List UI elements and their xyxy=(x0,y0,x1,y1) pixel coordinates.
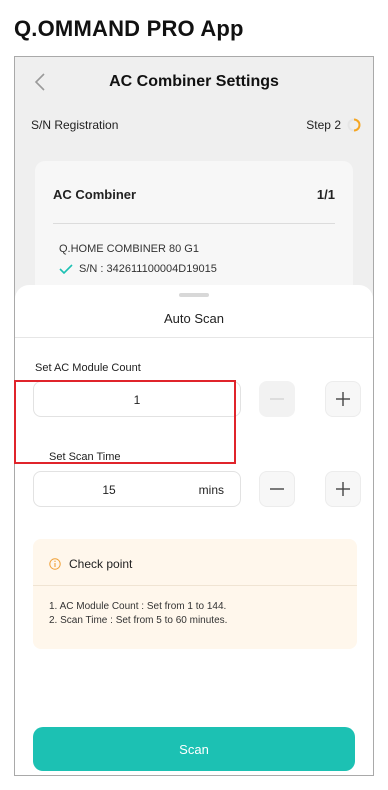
scan-time-value: 15 xyxy=(102,483,116,497)
info-circle-icon xyxy=(49,558,61,570)
document-title: Q.OMMAND PRO App xyxy=(14,16,244,41)
scan-button[interactable]: Scan xyxy=(33,727,355,771)
minus-icon xyxy=(270,488,284,490)
phone-screen: AC Combiner Settings S/N Registration St… xyxy=(14,56,374,776)
combiner-model: Q.HOME COMBINER 80 G1 xyxy=(59,243,199,255)
plus-icon xyxy=(336,392,350,406)
check-icon xyxy=(59,264,73,274)
chevron-left-icon[interactable] xyxy=(33,71,47,93)
module-count-label: Set AC Module Count xyxy=(35,362,141,374)
checkpoint-line-2: 2. Scan Time : Set from 5 to 60 minutes. xyxy=(49,615,228,626)
card-header: AC Combiner 1/1 xyxy=(53,187,335,202)
step-label: Step 2 xyxy=(306,118,341,132)
scan-time-decrement-button[interactable] xyxy=(259,471,295,507)
card-count: 1/1 xyxy=(316,187,335,202)
scan-time-input[interactable]: 15 mins xyxy=(33,471,241,507)
card-divider xyxy=(53,223,335,224)
step-bar: S/N Registration Step 2 xyxy=(15,107,373,143)
module-count-increment-button[interactable] xyxy=(325,381,361,417)
checkpoint-line-1: 1. AC Module Count : Set from 1 to 144. xyxy=(49,601,227,612)
auto-scan-sheet: Auto Scan Set AC Module Count 1 Set Scan… xyxy=(15,285,373,775)
nav-bar: AC Combiner Settings xyxy=(15,57,373,107)
module-count-value: 1 xyxy=(133,393,141,407)
sheet-divider xyxy=(15,337,373,338)
scan-time-unit: mins xyxy=(198,483,224,497)
scan-time-increment-button[interactable] xyxy=(325,471,361,507)
serial-row: S/N : 342611100004D19015 xyxy=(59,263,217,275)
plus-icon xyxy=(336,482,350,496)
scan-time-label: Set Scan Time xyxy=(49,451,121,463)
progress-ring-icon xyxy=(347,118,361,132)
checkpoint-box: Check point 1. AC Module Count : Set fro… xyxy=(33,539,357,649)
serial-number: S/N : 342611100004D19015 xyxy=(79,263,217,275)
sheet-title: Auto Scan xyxy=(164,311,224,326)
card-title: AC Combiner xyxy=(53,187,137,202)
sheet-handle[interactable] xyxy=(179,293,209,297)
checkpoint-divider xyxy=(33,585,357,586)
step-indicator: Step 2 xyxy=(306,118,361,132)
minus-icon xyxy=(270,398,284,400)
checkpoint-header: Check point xyxy=(49,557,132,571)
step-bar-label: S/N Registration xyxy=(31,118,119,132)
combiner-card: AC Combiner 1/1 Q.HOME COMBINER 80 G1 S/… xyxy=(35,161,353,301)
module-count-decrement-button[interactable] xyxy=(259,381,295,417)
checkpoint-title: Check point xyxy=(69,557,133,571)
module-count-input[interactable]: 1 xyxy=(33,381,241,417)
page-title: AC Combiner Settings xyxy=(109,73,279,90)
